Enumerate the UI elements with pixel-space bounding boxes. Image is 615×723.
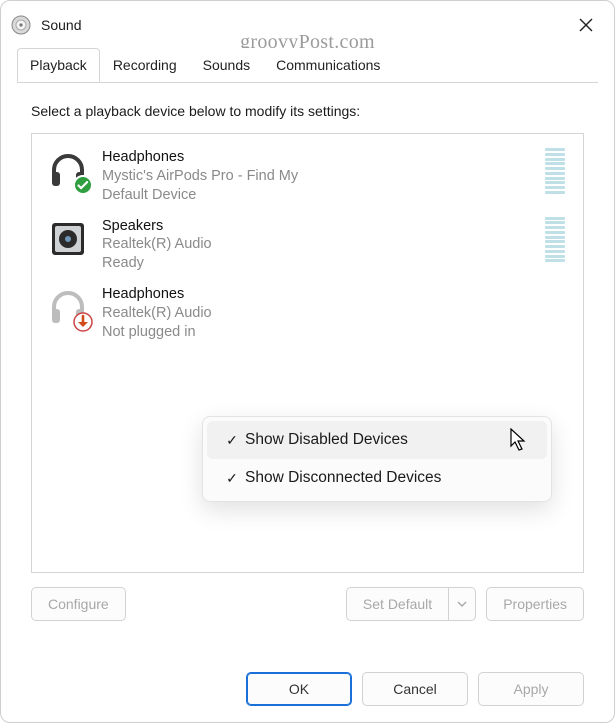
- configure-button[interactable]: Configure: [31, 587, 126, 621]
- ok-button[interactable]: OK: [246, 672, 352, 706]
- apply-button[interactable]: Apply: [478, 672, 584, 706]
- tab-sounds[interactable]: Sounds: [190, 48, 263, 82]
- sound-dialog: Sound groovyPost.com PlaybackRecordingSo…: [0, 0, 615, 723]
- device-text: Headphones Mystic's AirPods Pro - Find M…: [102, 148, 539, 205]
- level-meter: [545, 148, 565, 194]
- check-icon: ✓: [219, 470, 245, 487]
- context-menu: ✓ Show Disabled Devices✓ Show Disconnect…: [202, 416, 552, 502]
- device-status: Default Device: [102, 186, 539, 205]
- tab-panel-playback: Select a playback device below to modify…: [1, 83, 614, 662]
- sound-app-icon: [11, 15, 31, 35]
- chevron-down-icon: [457, 601, 467, 607]
- device-row[interactable]: Headphones Mystic's AirPods Pro - Find M…: [42, 142, 573, 211]
- device-row[interactable]: Headphones Realtek(R) Audio Not plugged …: [42, 279, 573, 348]
- device-name: Speakers: [102, 217, 539, 236]
- device-subtitle: Mystic's AirPods Pro - Find My: [102, 167, 539, 186]
- properties-button[interactable]: Properties: [486, 587, 584, 621]
- device-text: Speakers Realtek(R) Audio Ready: [102, 217, 539, 274]
- check-badge: [73, 175, 93, 195]
- cancel-button[interactable]: Cancel: [362, 672, 468, 706]
- device-subtitle: Realtek(R) Audio: [102, 235, 539, 254]
- tab-playback[interactable]: Playback: [17, 48, 100, 82]
- close-icon: [579, 18, 593, 32]
- context-menu-item[interactable]: ✓ Show Disconnected Devices: [207, 459, 547, 497]
- window-title: Sound: [41, 17, 81, 33]
- set-default-button[interactable]: Set Default: [346, 587, 448, 621]
- device-status: Not plugged in: [102, 323, 569, 342]
- device-list[interactable]: Headphones Mystic's AirPods Pro - Find M…: [31, 133, 584, 573]
- context-menu-item[interactable]: ✓ Show Disabled Devices: [207, 421, 547, 459]
- headphones-icon: [46, 148, 90, 192]
- instruction-text: Select a playback device below to modify…: [31, 103, 584, 119]
- unplugged-badge: [73, 312, 93, 332]
- device-name: Headphones: [102, 285, 569, 304]
- tab-communications[interactable]: Communications: [263, 48, 393, 82]
- device-text: Headphones Realtek(R) Audio Not plugged …: [102, 285, 569, 342]
- check-icon: ✓: [219, 432, 245, 449]
- context-menu-label: Show Disabled Devices: [245, 431, 408, 449]
- tab-recording[interactable]: Recording: [100, 48, 190, 82]
- titlebar: Sound: [1, 1, 614, 47]
- close-button[interactable]: [568, 7, 604, 43]
- set-default-dropdown[interactable]: [448, 587, 476, 621]
- speaker-icon: [46, 217, 90, 261]
- dialog-button-row: OK Cancel Apply: [1, 662, 614, 722]
- device-name: Headphones: [102, 148, 539, 167]
- set-default-split-button[interactable]: Set Default: [346, 587, 476, 621]
- device-row[interactable]: Speakers Realtek(R) Audio Ready: [42, 211, 573, 280]
- context-menu-label: Show Disconnected Devices: [245, 469, 441, 487]
- headphones-icon: [46, 285, 90, 329]
- device-status: Ready: [102, 254, 539, 273]
- device-subtitle: Realtek(R) Audio: [102, 304, 569, 323]
- tab-bar: PlaybackRecordingSoundsCommunications: [1, 47, 614, 82]
- panel-button-row: Configure Set Default Properties: [31, 587, 584, 621]
- level-meter: [545, 217, 565, 263]
